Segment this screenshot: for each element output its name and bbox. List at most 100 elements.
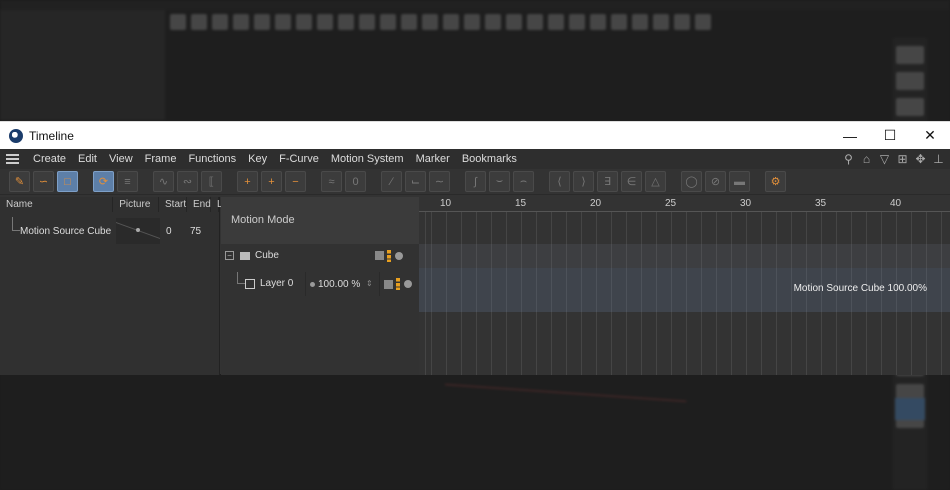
wave-icon[interactable]: ∿ [153,171,174,192]
motion-clip-caption: Motion Source Cube 100.00% [793,283,927,294]
object-list: Name Picture Start End L Motion Source C… [0,197,223,375]
column-length[interactable]: L [211,197,223,212]
maximize-button[interactable]: ☐ [870,122,910,149]
timeline-content: Name Picture Start End L Motion Source C… [0,197,950,375]
window-title: Timeline [29,128,74,143]
layer-row[interactable]: Layer 0 100.00 % ⇕ [221,272,419,296]
timeline-window: Timeline — ☐ ✕ Create Edit View Frame Fu… [0,121,950,375]
new-window-icon[interactable]: ⊞ [895,152,910,167]
tangent-break-icon[interactable]: ⟩ [573,171,594,192]
filter-icon[interactable]: ▽ [877,152,892,167]
object-list-header: Name Picture Start End L [0,197,223,212]
menu-motion-system[interactable]: Motion System [325,153,410,165]
menu-create[interactable]: Create [27,153,72,165]
timeline-toolbar: ✎ ∽ □ ⟳ ≡ ∿ ∾ ⟦ + + − ≈ 0 ∕ ⌙ ∼ ∫ ⌣ ⌢ ⟨ … [0,169,950,195]
minimize-button[interactable]: — [830,122,870,149]
ease-out-icon[interactable]: ⌣ [489,171,510,192]
column-start[interactable]: Start [159,197,187,212]
layer-icon [245,279,255,289]
ruler-tick: 40 [890,198,902,209]
offset-icon[interactable]: 0 [345,171,366,192]
motion-mode-header: Motion Mode [221,197,419,244]
menu-bookmarks[interactable]: Bookmarks [456,153,523,165]
cube-label: Cube [255,250,279,261]
loop-icon[interactable]: ⟳ [93,171,114,192]
cube-track[interactable] [419,244,950,268]
column-end[interactable]: End [187,197,211,212]
close-button[interactable]: ✕ [910,122,950,149]
settings-icon[interactable]: ⚙ [765,171,786,192]
layer-strength-input[interactable]: 100.00 % [318,279,366,290]
background-axis-line [444,384,687,402]
menu-functions[interactable]: Functions [182,153,242,165]
menu-key[interactable]: Key [242,153,273,165]
linear-icon[interactable]: ∕ [381,171,402,192]
window-titlebar: Timeline — ☐ ✕ [0,122,950,149]
background-menubar [0,0,950,10]
ruler-tick: 20 [590,198,602,209]
search-icon[interactable]: ⚲ [841,152,856,167]
spline-icon[interactable]: ∼ [429,171,450,192]
ruler-tick: 25 [665,198,677,209]
layer-label: Layer 0 [260,272,306,296]
tangent-icon[interactable]: ⟨ [549,171,570,192]
column-name[interactable]: Name [0,197,114,212]
background-file-menu [0,10,165,120]
ease-both-icon[interactable]: ⌢ [513,171,534,192]
hamburger-menu-icon[interactable] [6,154,19,164]
object-end: 75 [190,225,202,237]
home-icon[interactable]: ⌂ [859,152,874,167]
solo-icon[interactable] [396,278,400,290]
fcurve-mode-icon[interactable]: ∽ [33,171,54,192]
record-dot-icon[interactable] [404,280,412,288]
sequence-icon[interactable]: ≡ [117,171,138,192]
strength-dot-icon [310,281,315,287]
layer-pane: − Cube Layer 0 100.00 % ⇕ [221,244,419,375]
folder-icon [240,251,250,260]
cube-row[interactable]: − Cube [221,248,419,263]
background-object-thumbnail [895,398,925,420]
curve-icon[interactable]: ∾ [177,171,198,192]
bracket-icon[interactable]: ⟦ [201,171,222,192]
keyframe-mode-icon[interactable]: ✎ [9,171,30,192]
collapse-icon[interactable]: − [225,251,234,260]
range-icon[interactable]: ▬ [729,171,750,192]
menu-bar: Create Edit View Frame Functions Key F-C… [0,149,950,169]
tangent-align-icon[interactable]: ∃ [597,171,618,192]
ease-in-icon[interactable]: ∫ [465,171,486,192]
add-motion-clip-icon[interactable]: + [237,171,258,192]
frame-ruler[interactable]: 10 15 20 25 30 35 40 [419,197,950,212]
step-icon[interactable]: ⌙ [405,171,426,192]
strength-stepper-icon[interactable]: ⇕ [366,272,380,296]
cinema4d-logo-icon [9,128,23,143]
ease-icon[interactable]: ≈ [321,171,342,192]
tangent-lock-icon[interactable]: △ [645,171,666,192]
menu-marker[interactable]: Marker [410,153,456,165]
lock-icon[interactable]: ◯ [681,171,702,192]
menu-fcurve[interactable]: F-Curve [273,153,325,165]
background-toolbar [170,14,740,34]
edit-icon[interactable] [375,251,384,260]
menu-edit[interactable]: Edit [72,153,103,165]
menu-view[interactable]: View [103,153,139,165]
object-name: Motion Source Cube [20,225,112,237]
tangent-zero-icon[interactable]: ∈ [621,171,642,192]
mute-icon[interactable]: ⊘ [705,171,726,192]
list-item[interactable]: Motion Source Cube 0 75 [0,217,220,245]
ruler-tick: 10 [440,198,452,209]
move-icon[interactable]: ✥ [913,152,928,167]
ruler-tick: 30 [740,198,752,209]
solo-icon[interactable] [387,249,391,262]
remove-layer-icon[interactable]: − [285,171,306,192]
menu-frame[interactable]: Frame [139,153,183,165]
record-dot-icon[interactable] [395,251,403,260]
motion-mode-icon[interactable]: □ [57,171,78,192]
ruler-tick: 15 [515,198,527,209]
column-picture[interactable]: Picture [113,197,159,212]
object-start: 0 [166,225,172,237]
add-layer-icon[interactable]: + [261,171,282,192]
pin-icon[interactable]: ⊥ [931,152,946,167]
edit-icon[interactable] [384,279,393,289]
ruler-tick: 35 [815,198,827,209]
motion-preview-thumbnail [116,218,160,244]
